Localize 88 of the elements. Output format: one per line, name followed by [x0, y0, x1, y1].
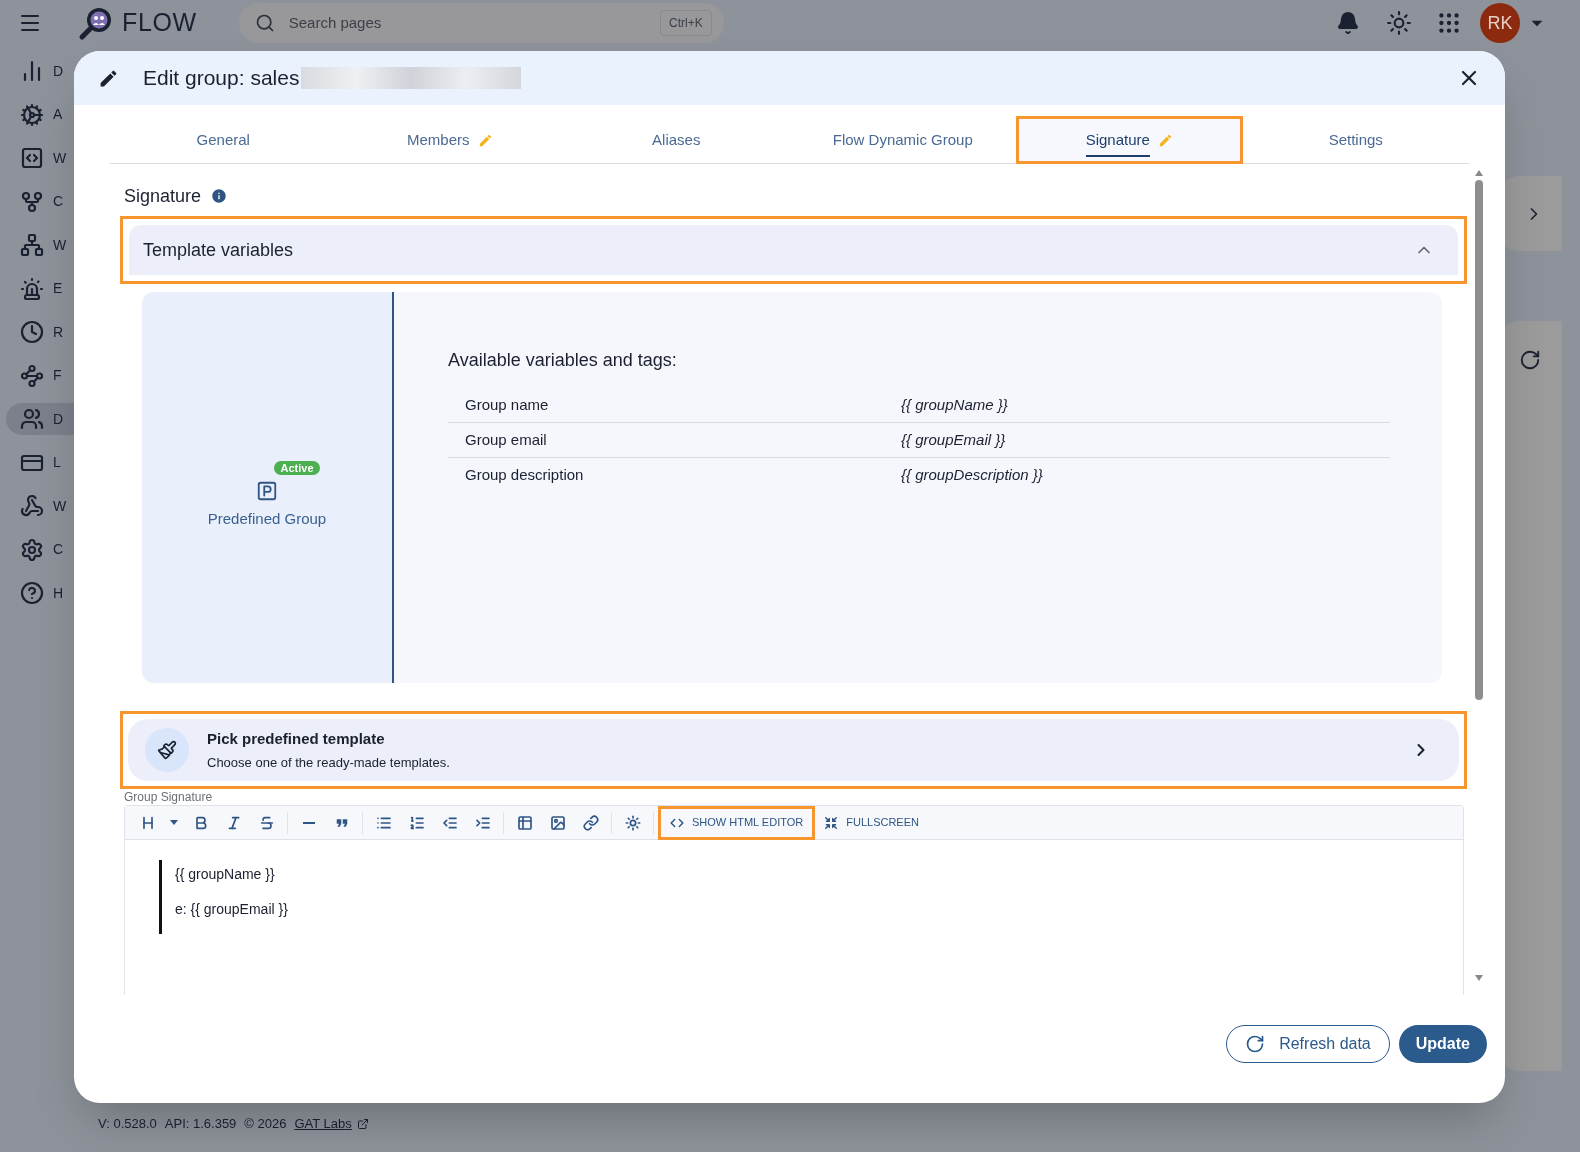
- sidebar-label: W: [53, 148, 67, 168]
- search-icon: [254, 13, 275, 33]
- api-version-text: API: 1.6.359: [164, 1115, 237, 1134]
- variable-tag: {{ groupDescription }}: [901, 464, 1043, 487]
- sidebar-item[interactable]: W: [6, 490, 80, 522]
- variables-heading: Available variables and tags:: [448, 349, 678, 372]
- signature-text-line: {{ groupName }}: [175, 865, 276, 884]
- variable-name: Group name: [464, 394, 550, 415]
- sidebar-item[interactable]: C: [6, 185, 80, 218]
- sidebar-label: E: [53, 279, 63, 298]
- tab[interactable]: Members: [336, 116, 563, 164]
- sidebar-icon: [20, 363, 44, 388]
- sidebar-icon: [20, 102, 44, 127]
- sidebar-icon: [20, 189, 44, 214]
- template-picker-title: Pick predefined template: [207, 728, 386, 749]
- sidebar-item[interactable]: A: [6, 98, 80, 131]
- refresh-icon: [1245, 1034, 1266, 1054]
- sidebar-item[interactable]: H: [6, 577, 80, 609]
- pencil-icon: [477, 132, 493, 148]
- section-title: Signature: [124, 184, 202, 208]
- variable-name: Group description: [464, 465, 585, 486]
- company-link[interactable]: GAT Labs: [294, 1114, 352, 1134]
- sidebar-item[interactable]: R: [6, 316, 80, 348]
- theme-sun-icon[interactable]: [1386, 10, 1412, 36]
- sidebar-item[interactable]: D: [6, 55, 80, 87]
- toolbar-text-button[interactable]: SHOW HTML EDITOR: [658, 805, 816, 840]
- sidebar-icon: [20, 320, 44, 344]
- sidebar-icon: [20, 407, 44, 431]
- caret-icon: [170, 820, 178, 825]
- tab[interactable]: Aliases: [563, 116, 790, 164]
- sidebar-item[interactable]: C: [6, 533, 80, 566]
- sidebar-label: D: [53, 409, 64, 429]
- app-logo-text: FLOW: [122, 7, 197, 39]
- apps-grid-icon[interactable]: [1436, 10, 1462, 36]
- sidebar-label: H: [53, 583, 64, 603]
- external-link-icon: [356, 1118, 369, 1130]
- status-badge: Active: [274, 460, 320, 475]
- dialog-button[interactable]: Update: [1398, 1025, 1487, 1063]
- search-field[interactable]: Search pages Ctrl+K: [238, 3, 724, 43]
- sidebar-label: A: [53, 105, 63, 124]
- horizontal-rule-icon: [302, 821, 315, 824]
- sidebar-label: W: [53, 496, 67, 516]
- sidebar-item[interactable]: F: [6, 359, 80, 392]
- tab[interactable]: General: [110, 116, 337, 164]
- sidebar-icon: [20, 146, 44, 170]
- toolbar-text-button[interactable]: FULLSCREEN: [815, 805, 928, 840]
- shortcut-hint: Ctrl+K: [660, 10, 712, 36]
- sidebar-icon: [20, 233, 44, 257]
- sidebar-label: L: [53, 453, 61, 472]
- copyright-text: © 2026: [244, 1115, 287, 1134]
- sidebar-icon: [20, 537, 44, 562]
- sidebar-label: R: [53, 322, 64, 342]
- brush-icon: [157, 740, 177, 760]
- sidebar-label: W: [53, 235, 67, 255]
- collapse-icon: [824, 815, 839, 830]
- search-input[interactable]: Search pages: [288, 11, 661, 35]
- logo-icon: [78, 5, 114, 41]
- template-picker-card[interactable]: Pick predefined template Choose one of the ready-made templates.: [128, 719, 1459, 781]
- info-icon[interactable]: [211, 188, 228, 204]
- sidebar-icon: [20, 581, 44, 605]
- sidebar-label: F: [53, 366, 62, 385]
- sidebar-label: C: [53, 540, 64, 559]
- sidebar-item[interactable]: L: [6, 446, 80, 479]
- tab[interactable]: Flow Dynamic Group: [789, 116, 1016, 164]
- refresh-icon[interactable]: [1518, 349, 1541, 371]
- sidebar-label: D: [53, 61, 64, 81]
- template-picker-subtitle: Choose one of the ready-made templates.: [207, 754, 451, 772]
- version-text: V: 0.528.0: [98, 1115, 157, 1134]
- variable-tag: {{ groupEmail }}: [901, 428, 1006, 452]
- variable-name: Group email: [464, 429, 548, 450]
- notification-bell-icon[interactable]: [1336, 11, 1360, 35]
- sidebar-item[interactable]: W: [6, 229, 80, 261]
- accordion-header[interactable]: Template variables: [129, 225, 1458, 275]
- template-source-label: Predefined Group: [207, 508, 327, 529]
- user-avatar[interactable]: RK: [1480, 3, 1520, 43]
- signature-text-line: e: {{ groupEmail }}: [175, 900, 289, 919]
- sidebar-label: C: [53, 192, 64, 211]
- dialog-title: Edit group: sales: [143, 65, 300, 92]
- tab[interactable]: Settings: [1242, 116, 1469, 164]
- tab[interactable]: Signature: [1016, 116, 1243, 164]
- sidebar-item[interactable]: W: [6, 142, 80, 174]
- variable-tag: {{ groupName }}: [901, 393, 1008, 417]
- pencil-icon: [1157, 132, 1173, 148]
- editor-label: Group Signature: [124, 789, 214, 805]
- sidebar-icon: [20, 494, 44, 518]
- sidebar-item[interactable]: E: [6, 272, 80, 305]
- sidebar-icon: [20, 276, 44, 301]
- parking-p-icon: [256, 479, 278, 502]
